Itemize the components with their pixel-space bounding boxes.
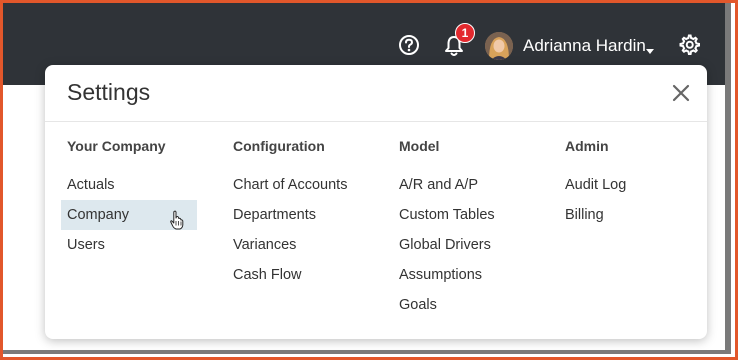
settings-panel: Settings Your Company Actuals Company Us (45, 65, 707, 339)
close-icon[interactable] (672, 84, 690, 102)
menu-item-assumptions[interactable]: Assumptions (399, 260, 559, 290)
menu-item-goals[interactable]: Goals (399, 290, 559, 320)
panel-title: Settings (67, 79, 151, 105)
avatar[interactable] (485, 32, 513, 60)
menu-item-actuals[interactable]: Actuals (67, 170, 227, 200)
column-heading: Model (399, 138, 440, 154)
column-configuration: Configuration Chart of Accounts Departme… (233, 138, 393, 290)
settings-panel-header: Settings (45, 65, 707, 122)
menu-item-company[interactable]: Company (61, 200, 197, 230)
column-model: Model A/R and A/P Custom Tables Global D… (399, 138, 559, 320)
column-heading: Your Company (67, 138, 166, 154)
app-window: 1 Adrianna Hardin Settings Your Company … (3, 3, 731, 354)
notification-badge: 1 (455, 23, 475, 43)
menu-item-custom-tables[interactable]: Custom Tables (399, 200, 559, 230)
column-your-company: Your Company Actuals Company Users (61, 138, 227, 260)
menu-item-departments[interactable]: Departments (233, 200, 393, 230)
hand-pointer-icon (170, 210, 184, 230)
menu-item-users[interactable]: Users (67, 230, 227, 260)
column-heading: Admin (565, 138, 609, 154)
user-name[interactable]: Adrianna Hardin (523, 36, 646, 56)
menu-item-variances[interactable]: Variances (233, 230, 393, 260)
menu-item-global-drivers[interactable]: Global Drivers (399, 230, 559, 260)
gear-icon[interactable] (677, 33, 701, 57)
menu-item-cash-flow[interactable]: Cash Flow (233, 260, 393, 290)
menu-item-billing[interactable]: Billing (565, 200, 725, 230)
menu-item-label: Company (67, 207, 130, 223)
help-icon[interactable] (398, 34, 420, 56)
caret-down-icon[interactable] (645, 43, 655, 54)
menu-item-audit-log[interactable]: Audit Log (565, 170, 725, 200)
column-admin: Admin Audit Log Billing (565, 138, 725, 230)
column-heading: Configuration (233, 138, 325, 154)
menu-item-ar-ap[interactable]: A/R and A/P (399, 170, 559, 200)
menu-item-chart-of-accounts[interactable]: Chart of Accounts (233, 170, 393, 200)
